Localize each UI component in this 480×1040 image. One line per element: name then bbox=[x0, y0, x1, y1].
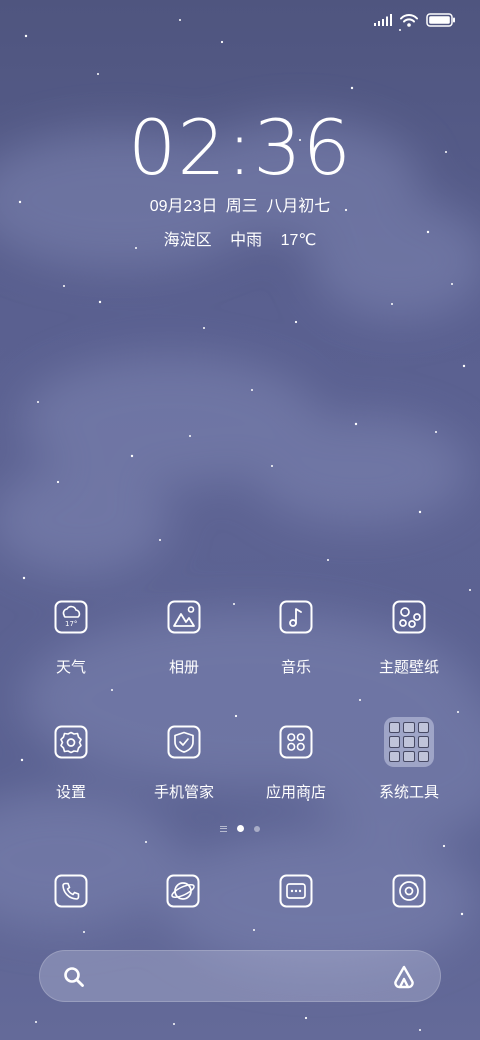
app-label: 设置 bbox=[55, 784, 86, 801]
weather-temperature: 17℃ bbox=[280, 232, 317, 249]
settings-icon bbox=[54, 725, 88, 759]
app-label: 应用商店 bbox=[265, 784, 326, 801]
app-weather[interactable]: 17° 天气 bbox=[16, 600, 126, 677]
folder-app-icon bbox=[417, 722, 429, 734]
folder-app-icon bbox=[417, 736, 429, 748]
folder-app-icon bbox=[403, 736, 415, 748]
folder-preview bbox=[384, 717, 434, 767]
clock[interactable]: 02:36 bbox=[0, 108, 480, 188]
app-label: 主题壁纸 bbox=[378, 659, 439, 676]
app-label: 音乐 bbox=[280, 659, 311, 676]
app-label: 相册 bbox=[168, 659, 199, 676]
app-music[interactable]: 音乐 bbox=[241, 600, 351, 677]
app-label: 系统工具 bbox=[378, 784, 439, 801]
app-label: 天气 bbox=[55, 659, 86, 676]
page-dot-active[interactable] bbox=[237, 825, 244, 832]
browser-icon bbox=[166, 874, 200, 908]
weather-icon: 17° bbox=[54, 600, 88, 634]
weather-condition: 中雨 bbox=[230, 232, 263, 249]
folder-app-icon bbox=[403, 722, 415, 734]
status-bar bbox=[374, 10, 456, 30]
weather-location: 海淀区 bbox=[163, 232, 212, 249]
folder-app-icon bbox=[417, 750, 429, 762]
app-store[interactable]: 应用商店 bbox=[241, 725, 351, 802]
dock-phone[interactable] bbox=[54, 874, 88, 908]
phone-icon bbox=[54, 874, 88, 908]
wifi-icon bbox=[400, 13, 418, 27]
folder-app-icon bbox=[403, 750, 415, 762]
app-gallery[interactable]: 相册 bbox=[129, 600, 239, 677]
assistant-icon[interactable] bbox=[390, 964, 418, 990]
folder-app-icon bbox=[389, 722, 401, 734]
dock-messages[interactable] bbox=[279, 874, 313, 908]
messages-icon bbox=[279, 874, 313, 908]
themes-icon bbox=[392, 600, 426, 634]
folder-app-icon bbox=[389, 750, 401, 762]
home-screen: 02:36 09月23日 周三 八月初七 海淀区 中雨 17℃ 17° 天气 相… bbox=[0, 0, 480, 1040]
weather-summary[interactable]: 海淀区 中雨 17℃ bbox=[0, 226, 480, 250]
weather-icon-temp: 17° bbox=[65, 620, 77, 628]
security-icon bbox=[167, 725, 201, 759]
dock-camera[interactable] bbox=[392, 874, 426, 908]
app-themes[interactable]: 主题壁纸 bbox=[354, 600, 464, 677]
app-store-icon bbox=[279, 725, 313, 759]
search-icon[interactable] bbox=[62, 965, 86, 989]
search-bar[interactable] bbox=[39, 950, 441, 1002]
cellular-signal-icon bbox=[374, 14, 392, 26]
dock-browser[interactable] bbox=[166, 874, 200, 908]
minus-one-screen-indicator[interactable] bbox=[220, 825, 227, 832]
camera-icon bbox=[392, 874, 426, 908]
music-icon bbox=[279, 600, 313, 634]
page-dot[interactable] bbox=[254, 825, 260, 832]
system-tools-folder[interactable]: 系统工具 bbox=[354, 717, 464, 802]
app-security[interactable]: 手机管家 bbox=[129, 725, 239, 802]
page-indicator[interactable] bbox=[0, 825, 480, 832]
app-settings[interactable]: 设置 bbox=[16, 725, 126, 802]
battery-full-icon bbox=[426, 13, 455, 27]
app-label: 手机管家 bbox=[153, 784, 214, 801]
date[interactable]: 09月23日 周三 八月初七 bbox=[0, 192, 480, 216]
gallery-icon bbox=[167, 600, 201, 634]
folder-app-icon bbox=[389, 736, 401, 748]
